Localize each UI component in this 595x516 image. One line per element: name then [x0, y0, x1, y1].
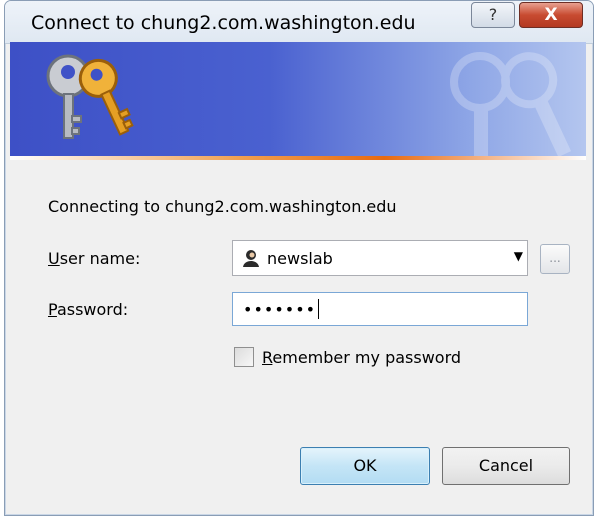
remember-mnemonic: R: [262, 348, 273, 367]
keys-icon: [46, 54, 134, 139]
keys-watermark-icon: [450, 52, 572, 160]
chevron-down-icon[interactable]: ▼: [514, 249, 523, 263]
username-combobox[interactable]: newslab ▼: [232, 240, 528, 276]
help-button[interactable]: ?: [471, 2, 515, 28]
close-button[interactable]: X: [519, 2, 583, 28]
password-value: •••••••: [243, 300, 317, 319]
password-label-rest: assword:: [56, 300, 129, 319]
remember-password-label[interactable]: Remember my password: [262, 348, 461, 367]
password-label: Password:: [48, 300, 128, 319]
username-label: User name:: [48, 249, 140, 268]
user-icon: [243, 250, 259, 267]
connecting-text: Connecting to chung2.com.washington.edu: [48, 197, 397, 216]
cancel-button[interactable]: Cancel: [442, 447, 570, 485]
username-value: newslab: [267, 249, 333, 268]
password-label-mnemonic: P: [48, 300, 57, 319]
username-label-rest: ser name:: [59, 249, 141, 268]
browse-users-button[interactable]: ...: [540, 244, 570, 274]
text-caret: [318, 299, 320, 319]
remember-label-rest: emember my password: [272, 348, 462, 367]
title-bar[interactable]: Connect to chung2.com.washington.edu ? X: [5, 1, 593, 44]
password-field[interactable]: •••••••: [232, 292, 528, 326]
banner: [10, 42, 586, 160]
window-title: Connect to chung2.com.washington.edu: [31, 12, 416, 34]
username-label-mnemonic: U: [48, 249, 60, 268]
ok-button[interactable]: OK: [300, 447, 430, 485]
remember-password-checkbox[interactable]: [234, 347, 254, 367]
